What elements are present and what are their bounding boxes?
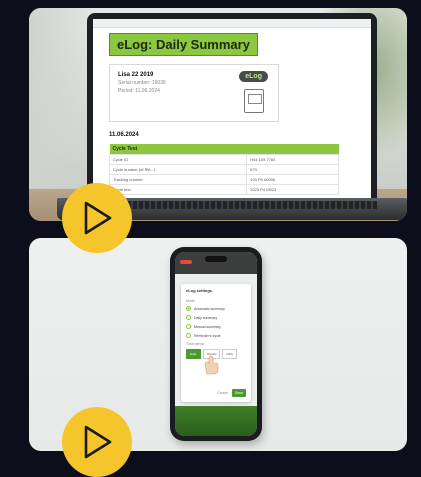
play-button[interactable] bbox=[62, 407, 132, 477]
laptop-screen: eLog: Daily Summary Lisa 22 2019 Serial … bbox=[87, 13, 377, 198]
radio-option: Automatic summary bbox=[186, 306, 246, 311]
save-button: Save bbox=[232, 389, 246, 397]
table-cell: Cycle ID bbox=[108, 154, 248, 165]
play-button[interactable] bbox=[62, 183, 132, 253]
phone-screen: eLog settings Mode Automatic summary Dai… bbox=[175, 252, 257, 436]
play-icon bbox=[84, 201, 112, 235]
table-cell: Tracking number bbox=[108, 174, 248, 185]
table-row: Cycle test 2023 P4 M023 bbox=[108, 184, 339, 195]
table-header: Cycle Test bbox=[109, 144, 339, 155]
table-cell: 670 bbox=[246, 164, 339, 175]
dialog-title: eLog settings bbox=[186, 288, 213, 293]
table-cell: 2023 P4 M023 bbox=[246, 184, 339, 195]
table-row: Cycle number (of IPA...) 670 bbox=[108, 164, 339, 175]
radio-label: Manual summary bbox=[194, 324, 221, 329]
cancel-button: Cancel bbox=[217, 391, 229, 395]
elog-document: eLog: Daily Summary Lisa 22 2019 Serial … bbox=[108, 33, 354, 195]
play-icon bbox=[84, 425, 112, 459]
radio-selected-icon bbox=[186, 306, 191, 311]
table-cell: Cycle test bbox=[108, 184, 248, 195]
app-badge bbox=[180, 260, 192, 264]
page: eLog: Daily Summary Lisa 22 2019 Serial … bbox=[0, 0, 421, 477]
table-row: Cycle ID H44 105 7784 bbox=[108, 154, 339, 165]
browser-toolbar bbox=[93, 19, 371, 28]
elog-logo: eLog bbox=[239, 71, 268, 82]
keyboard-keys bbox=[97, 201, 377, 209]
segment-label: Time period bbox=[186, 342, 205, 346]
device-info-box: Lisa 22 2019 Serial number: 19036 Period… bbox=[109, 64, 279, 122]
dynamic-island bbox=[205, 256, 227, 262]
radio-icon bbox=[186, 324, 191, 329]
radio-option: Reminder's cycle bbox=[186, 333, 246, 338]
device-icon bbox=[244, 89, 264, 113]
table-cell: 103 P5 #0006 bbox=[246, 174, 339, 185]
app-bottom-panel bbox=[175, 406, 257, 436]
cycle-test-table: Cycle Test Cycle ID H44 105 7784 Cycle nu… bbox=[108, 144, 339, 195]
report-date: 11.06.2024 bbox=[109, 132, 139, 138]
table-cell: Cycle number (of IPA...) bbox=[108, 164, 248, 175]
table-row: Tracking number 103 P5 #0006 bbox=[108, 174, 339, 185]
dialog-actions: Cancel Save bbox=[217, 389, 246, 397]
radio-label: Reminder's cycle bbox=[194, 333, 221, 338]
table-cell: H44 105 7784 bbox=[246, 154, 339, 165]
radio-option: Daily summary bbox=[186, 315, 246, 320]
document-title: eLog: Daily Summary bbox=[109, 33, 258, 56]
radio-label: Daily summary bbox=[194, 315, 218, 320]
tap-hand-icon bbox=[204, 355, 219, 375]
radio-icon bbox=[186, 315, 191, 320]
section-label: Mode bbox=[186, 299, 195, 303]
laptop-display: eLog: Daily Summary Lisa 22 2019 Serial … bbox=[93, 19, 371, 198]
radio-label: Automatic summary bbox=[194, 306, 225, 311]
settings-dialog: eLog settings Mode Automatic summary Dai… bbox=[181, 284, 251, 402]
radio-option: Manual summary bbox=[186, 324, 246, 329]
smartphone: eLog settings Mode Automatic summary Dai… bbox=[170, 247, 262, 441]
radio-icon bbox=[186, 333, 191, 338]
